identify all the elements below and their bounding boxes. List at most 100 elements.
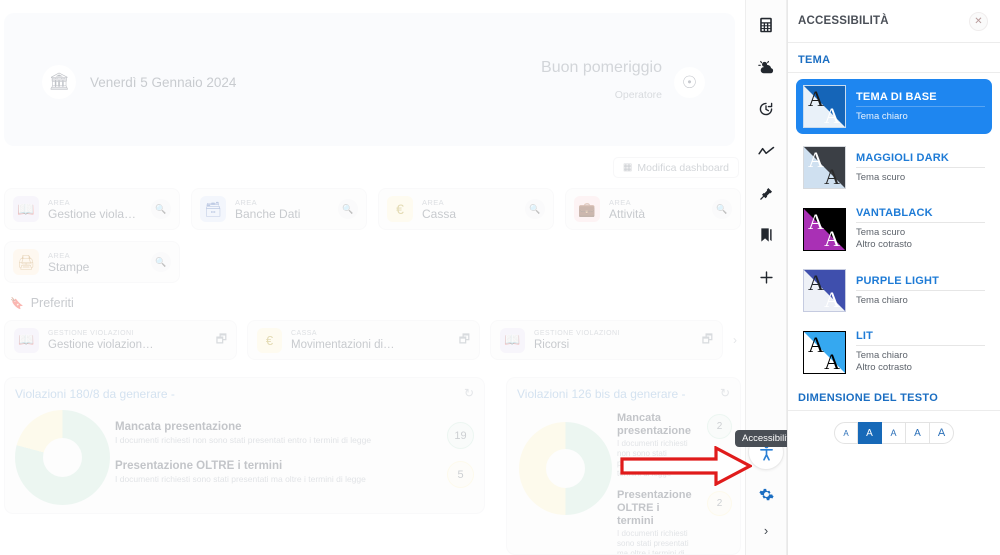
page-title: ACCESSIBILITÀ <box>798 15 889 27</box>
user-avatar-icon[interactable]: ☉ <box>674 67 705 98</box>
theme-divider <box>856 289 985 291</box>
area-card[interactable]: 🗃 AREA Banche Dati 🔍 <box>191 188 367 230</box>
dashboard-grid-icon: ▦ <box>622 162 633 173</box>
search-icon[interactable]: 🔍 <box>151 252 171 272</box>
text-size-option[interactable]: A <box>930 422 954 444</box>
book-icon: 📖 <box>14 327 39 353</box>
legend-count-badge: 5 <box>447 461 474 488</box>
greeting-banner: 🏛 Venerdì 5 Gennaio 2024 Buon pomeriggio… <box>4 13 735 146</box>
theme-option-sub: Tema chiaro <box>856 294 908 306</box>
theme-divider <box>856 166 985 168</box>
legend-title: Mancata presentazione <box>115 421 242 433</box>
text-size-option[interactable]: A <box>834 422 858 444</box>
area-card[interactable]: € AREA Cassa 🔍 <box>378 188 554 230</box>
text-size-option[interactable]: A <box>858 422 882 444</box>
favorite-card[interactable]: 📖 GESTIONE VIOLAZIONI Gestione violazion… 🗗 <box>4 320 237 360</box>
refresh-icon[interactable]: ↻ <box>464 386 474 400</box>
search-icon[interactable]: 🔍 <box>338 199 358 219</box>
area-card[interactable]: 📖 AREA Gestione violazioni 🔍 <box>4 188 180 230</box>
search-icon[interactable]: 🔍 <box>712 199 732 219</box>
bank-icon: 🏛 <box>42 65 76 99</box>
favorite-card-name: Ricorsi <box>534 338 570 351</box>
legend-description: I documenti richiesti non sono stati pre… <box>617 439 688 478</box>
greeting-date-group: 🏛 Venerdì 5 Gennaio 2024 <box>42 65 236 99</box>
theme-option[interactable]: A A MAGGIOLI DARK Tema scuro <box>796 140 992 195</box>
edit-dashboard-label: Modifica dashboard <box>637 161 729 174</box>
weather-icon[interactable] <box>749 50 783 84</box>
area-card-name: Gestione violazioni <box>48 206 142 221</box>
widget-legend: Mancata presentazione I documenti richies… <box>115 420 474 498</box>
area-card[interactable]: 💼 AREA Attività 🔍 <box>565 188 741 230</box>
theme-option-name: PURPLE LIGHT <box>856 274 940 287</box>
theme-option-name: MAGGIOLI DARK <box>856 151 950 164</box>
area-cards-row: 📖 AREA Gestione violazioni 🔍 🗃 AREA Banche Dat… <box>4 188 741 283</box>
open-window-icon[interactable]: 🗗 <box>702 330 713 351</box>
pin-icon[interactable] <box>749 176 783 210</box>
legend-row: Presentazione OLTRE i termini I documenti… <box>115 459 474 488</box>
legend-description: I documenti richiesti non sono stati pre… <box>115 435 372 445</box>
theme-divider <box>856 222 985 223</box>
dashboard-background: 🏛 Venerdì 5 Gennaio 2024 Buon pomeriggio… <box>0 0 745 555</box>
open-window-icon[interactable]: 🗗 <box>216 330 227 351</box>
open-window-icon[interactable]: 🗗 <box>459 330 470 351</box>
text-size-option[interactable]: A <box>906 422 930 444</box>
theme-option-sub: Altro cotrasto <box>856 239 912 250</box>
area-card-name: Attività <box>609 206 646 221</box>
edit-dashboard-button[interactable]: ▦ Modifica dashboard <box>612 157 739 178</box>
history-clock-icon[interactable] <box>749 92 783 126</box>
legend-row: Presentazione OLTRE i termini I documenti… <box>617 489 732 554</box>
favorite-card[interactable]: € CASSA Movimentazioni di… 🗗 <box>247 320 480 360</box>
theme-option[interactable]: A A VANTABLACK Tema scuro Altro cotrasto <box>796 201 992 257</box>
favorite-card[interactable]: 📖 GESTIONE VIOLAZIONI Ricorsi 🗗 <box>490 320 723 360</box>
gear-icon[interactable] <box>749 477 783 511</box>
area-card-kicker: AREA <box>235 197 258 207</box>
briefcase-icon: 💼 <box>574 196 600 222</box>
theme-option-sub: Altro cotrasto <box>856 362 912 373</box>
theme-preview-thumbnail: AA <box>803 85 846 128</box>
theme-preview-thumbnail: AA <box>803 269 846 312</box>
area-card-kicker: AREA <box>609 197 632 207</box>
theme-option-sub: Tema chiaro <box>856 110 908 122</box>
bookmark-icon[interactable] <box>749 218 783 252</box>
legend-count-badge: 2 <box>707 491 732 516</box>
chevron-right-icon[interactable]: › <box>749 513 783 547</box>
widget-title: Violazioni 180/8 da generare - <box>15 387 175 401</box>
theme-option-sub: Tema scuro <box>856 171 906 183</box>
plus-icon[interactable] <box>749 260 783 294</box>
theme-option[interactable]: A A PURPLE LIGHT Tema chiaro <box>796 263 992 318</box>
right-icon-rail: › <box>745 0 787 555</box>
theme-option-name: LIT <box>856 330 874 342</box>
theme-option[interactable]: A A LIT Tema chiaro Altro cotrasto <box>796 324 992 380</box>
theme-divider <box>856 345 985 346</box>
theme-preview-thumbnail: AA <box>803 207 846 251</box>
theme-option[interactable]: A A TEMA DI BASE Tema chiaro <box>796 79 992 134</box>
search-icon[interactable]: 🔍 <box>525 199 545 219</box>
favorites-header: 🔖 Preferiti <box>10 296 74 310</box>
close-icon[interactable]: ✕ <box>969 11 988 31</box>
refresh-icon[interactable]: ↻ <box>720 386 730 400</box>
user-role-label: Operatore <box>614 89 662 101</box>
theme-option-sub: Tema chiaro <box>856 350 908 361</box>
calculator-icon[interactable] <box>749 8 783 42</box>
legend-title: Mancata presentazione <box>617 412 691 437</box>
legend-row: Mancata presentazione I documenti richies… <box>115 420 474 449</box>
line-chart-icon[interactable] <box>749 134 783 168</box>
text-size-option[interactable]: A <box>882 422 906 444</box>
widget-title: Violazioni 126 bis da generare - <box>517 387 686 401</box>
favorite-card-kicker: GESTIONE VIOLAZIONI <box>534 329 620 337</box>
favorite-card-name: Gestione violazion… <box>48 338 154 351</box>
legend-description: I documenti richiesti sono stati present… <box>115 474 366 484</box>
favorites-title: Preferiti <box>30 296 74 310</box>
legend-count-badge: 19 <box>447 422 474 449</box>
favorites-next-chevron-icon[interactable]: › <box>733 333 737 347</box>
theme-section-title: TEMA <box>788 43 1000 73</box>
favorites-row: 📖 GESTIONE VIOLAZIONI Gestione violazion… 🗗… <box>4 320 741 360</box>
area-card[interactable]: 🖨 AREA Stampe 🔍 <box>4 241 180 283</box>
favorite-card-kicker: CASSA <box>291 329 317 337</box>
area-card-kicker: AREA <box>48 197 71 207</box>
search-icon[interactable]: 🔍 <box>151 199 171 219</box>
theme-option-sub: Tema scuro <box>856 227 906 238</box>
donut-chart-180-8 <box>15 410 110 505</box>
widget-violazioni-126-bis: Violazioni 126 bis da generare - ↻ Manca… <box>506 377 741 555</box>
euro-icon: € <box>387 196 413 222</box>
